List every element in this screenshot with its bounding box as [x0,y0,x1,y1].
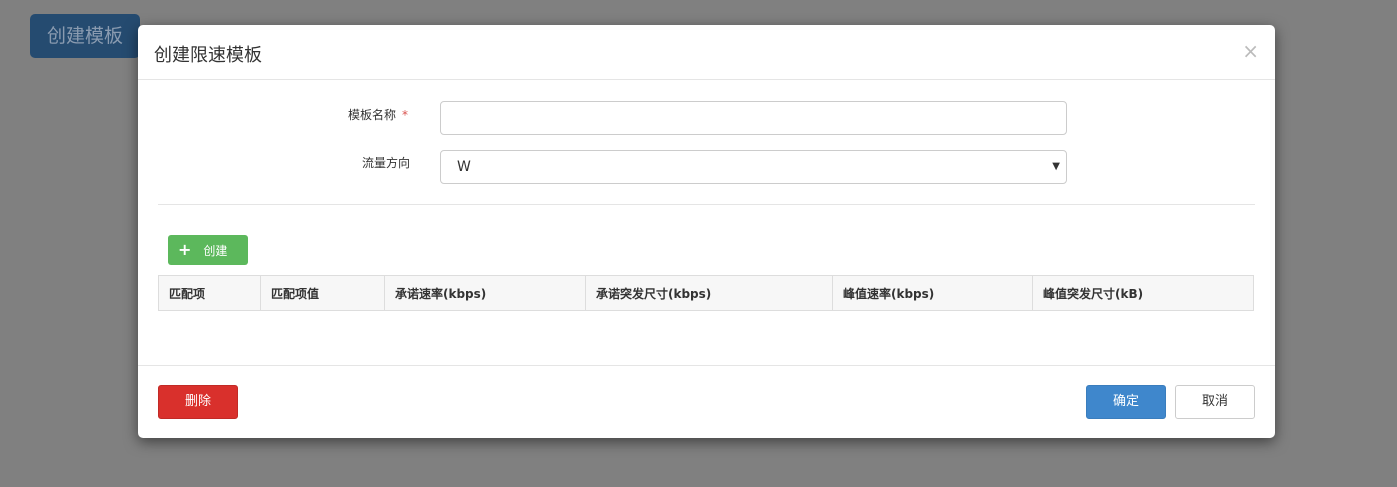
create-rate-limit-template-dialog: 创建限速模板 × 模板名称 * 流量方向 W ▼ + 创建 匹配项 匹配项值 承诺速率… [138,25,1275,438]
selected-value: W [457,159,471,175]
traffic-direction-select[interactable]: W ▼ [440,150,1067,184]
column-header: 匹配项 [158,275,261,311]
required-mark: * [402,108,408,122]
divider [158,204,1255,205]
modal-footer-divider [138,365,1275,366]
column-header: 匹配项值 [260,275,385,311]
column-header: 承诺速率(kbps) [384,275,586,311]
confirm-button[interactable]: 确定 [1086,385,1166,419]
chevron-down-icon: ▼ [1052,161,1060,172]
template-name-label: 模板名称 * [288,106,408,123]
column-header: 峰值突发尺寸(kB) [1032,275,1254,311]
delete-button[interactable]: 删除 [158,385,238,419]
column-header: 峰值速率(kbps) [832,275,1033,311]
plus-icon: + [178,240,192,259]
button-label: 创建 [203,244,228,258]
label-text: 模板名称 [347,108,396,122]
modal-header: 创建限速模板 × [138,25,1275,80]
modal-title: 创建限速模板 [154,45,262,66]
column-header: 承诺突发尺寸(kbps) [585,275,833,311]
table-header-row: 匹配项 匹配项值 承诺速率(kbps) 承诺突发尺寸(kbps) 峰值速率(kb… [158,275,1254,311]
rules-table: 匹配项 匹配项值 承诺速率(kbps) 承诺突发尺寸(kbps) 峰值速率(kb… [158,275,1254,311]
traffic-direction-label: 流量方向 [361,156,410,170]
create-template-button: 创建模板 [30,14,140,58]
template-name-input[interactable] [440,101,1067,135]
close-icon[interactable]: × [1242,39,1259,63]
cancel-button[interactable]: 取消 [1175,385,1255,419]
add-rule-button[interactable]: + 创建 [168,235,248,265]
